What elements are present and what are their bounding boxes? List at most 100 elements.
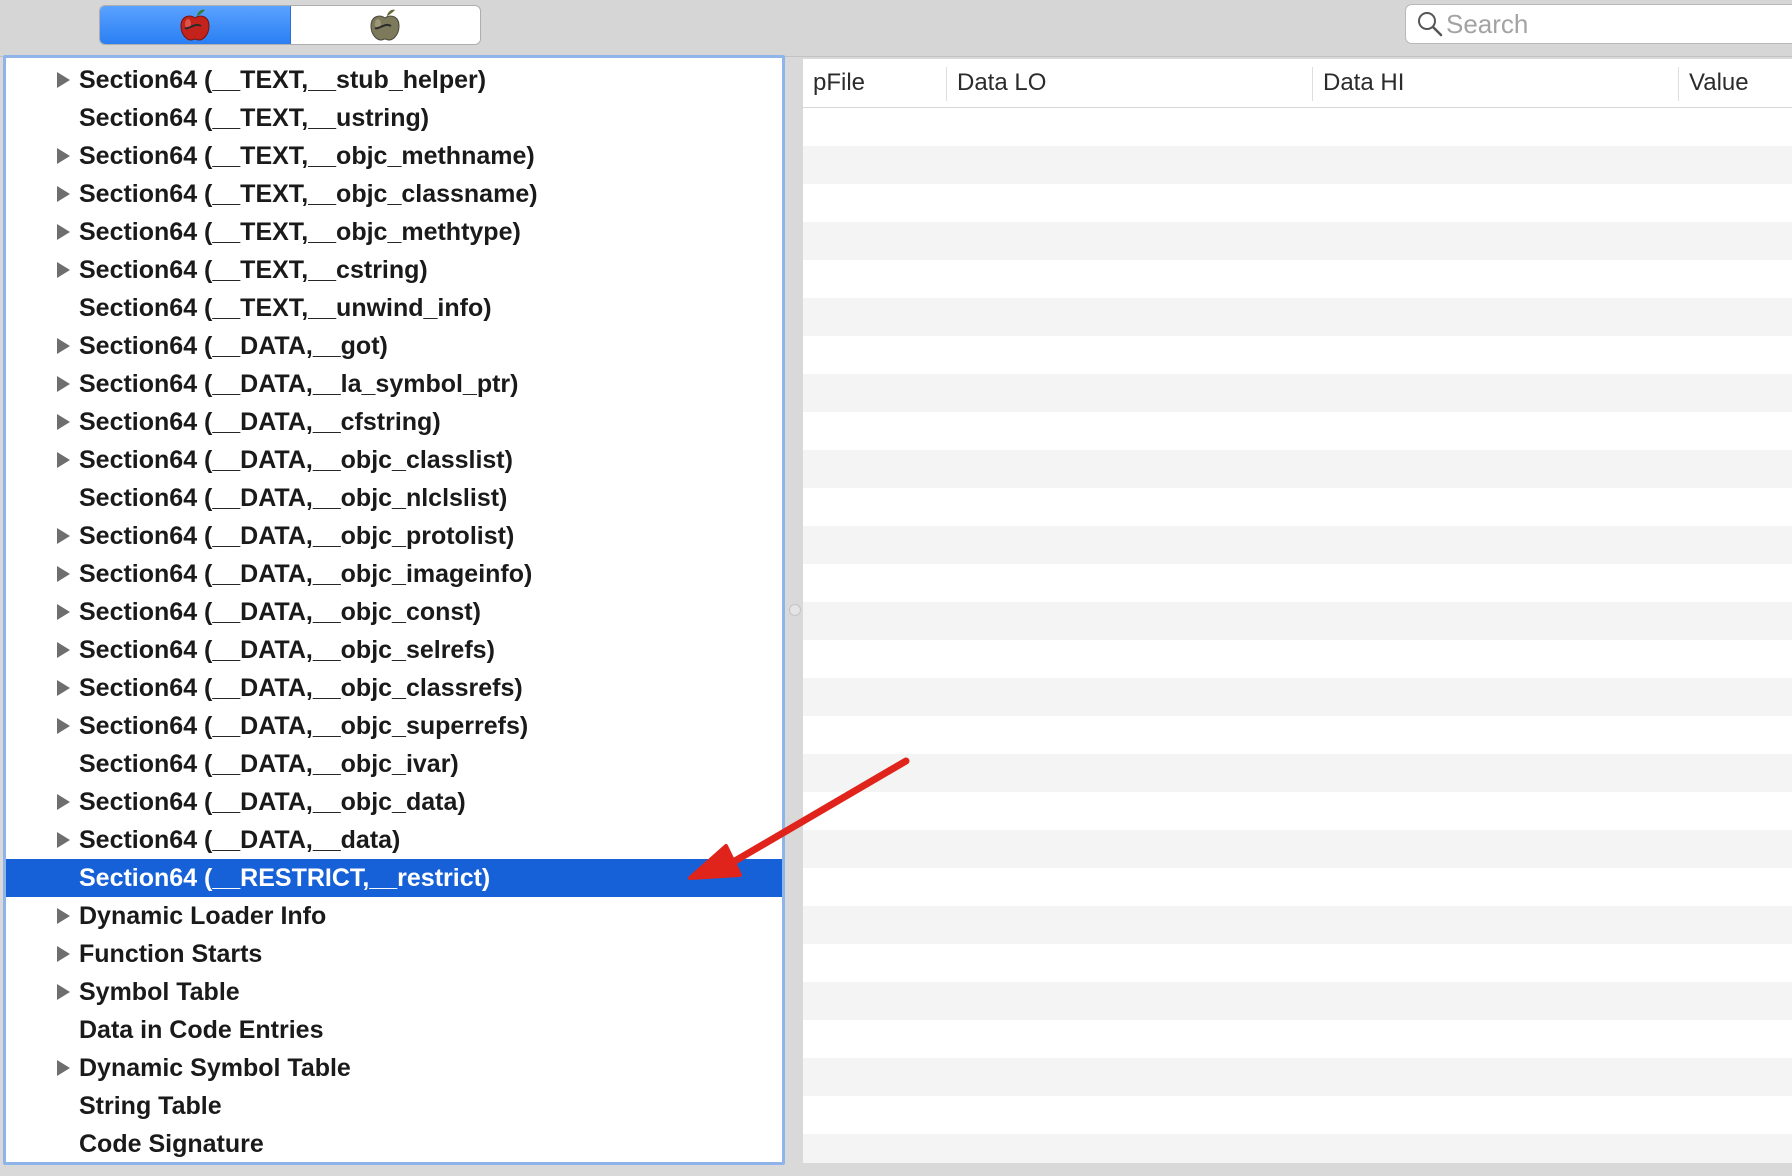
column-header-value[interactable]: Value [1679,59,1792,107]
outline-row-label: Section64 (__DATA,__objc_protolist) [79,521,515,550]
disclosure-triangle-icon[interactable] [55,175,77,213]
disclosure-triangle-icon[interactable] [55,707,77,745]
column-header-data-hi[interactable]: Data HI [1313,59,1678,107]
outline-row-label: Section64 (__TEXT,__cstring) [79,255,428,284]
outline-row[interactable]: Section64 (__DATA,__objc_protolist) [6,517,782,555]
outline-row[interactable]: Section64 (__DATA,__objc_ivar) [6,745,782,783]
outline-row[interactable]: Section64 (__DATA,__objc_selrefs) [6,631,782,669]
outline-row-label: Symbol Table [79,977,240,1006]
outline-row[interactable]: Section64 (__TEXT,__objc_classname) [6,175,782,213]
column-header-pfile[interactable]: pFile [803,59,946,107]
outline-row[interactable]: Dynamic Loader Info [6,897,782,935]
disclosure-triangle-icon[interactable] [55,935,77,973]
split-view-divider-handle[interactable] [789,604,801,616]
segment-red-apple[interactable] [100,6,291,44]
search-input[interactable] [1444,8,1776,40]
outline-row[interactable]: Section64 (__DATA,__objc_classrefs) [6,669,782,707]
outline-row-label: Section64 (__TEXT,__objc_methname) [79,141,535,170]
outline-row[interactable]: Section64 (__TEXT,__unwind_info) [6,289,782,327]
disclosure-triangle-icon[interactable] [55,517,77,555]
disclosure-triangle-icon[interactable] [55,365,77,403]
disclosure-spacer [55,99,77,137]
outline-row[interactable]: Data in Code Entries [6,1011,782,1049]
data-table[interactable]: pFile Data LO Data HI Value [803,59,1792,1163]
outline-row[interactable]: Section64 (__TEXT,__ustring) [6,99,782,137]
disclosure-triangle-icon[interactable] [55,403,77,441]
outline-row[interactable]: String Table [6,1087,782,1125]
outline-row[interactable]: Section64 (__TEXT,__objc_methname) [6,137,782,175]
search-icon [1418,12,1443,37]
outline-row-label: Section64 (__TEXT,__unwind_info) [79,293,492,322]
outline-row[interactable]: Section64 (__DATA,__objc_const) [6,593,782,631]
outline-view[interactable]: Section64 (__TEXT,__stub_helper) Section6… [3,55,785,1165]
disclosure-spacer [55,859,77,897]
outline-row[interactable]: Dynamic Symbol Table [6,1049,782,1087]
disclosure-triangle-icon[interactable] [55,593,77,631]
outline-row-label: Code Signature [79,1129,264,1158]
search-field[interactable] [1405,4,1792,44]
disclosure-triangle-icon[interactable] [55,973,77,1011]
gray-apple-icon [370,9,400,41]
outline-row[interactable]: Symbol Table [6,973,782,1011]
outline-row[interactable]: Section64 (__DATA,__data) [6,821,782,859]
outline-row-label: Section64 (__DATA,__cfstring) [79,407,441,436]
outline-row[interactable]: Section64 (__TEXT,__stub_helper) [6,61,782,99]
outline-row-label: Section64 (__DATA,__data) [79,825,401,854]
outline-row-label: Section64 (__DATA,__objc_selrefs) [79,635,495,664]
outline-row-label: Section64 (__TEXT,__ustring) [79,103,430,132]
outline-row[interactable]: Section64 (__DATA,__cfstring) [6,403,782,441]
outline-row-label: Data in Code Entries [79,1015,324,1044]
outline-row-label: Section64 (__DATA,__objc_ivar) [79,749,459,778]
outline-row-label: Section64 (__TEXT,__objc_classname) [79,179,538,208]
outline-row-label: Dynamic Symbol Table [79,1053,351,1082]
disclosure-triangle-icon[interactable] [55,631,77,669]
disclosure-spacer [55,745,77,783]
disclosure-spacer [55,1011,77,1049]
table-body[interactable] [803,108,1792,1163]
outline-row[interactable]: Section64 (__DATA,__objc_nlclslist) [6,479,782,517]
outline-row[interactable]: Code Signature [6,1125,782,1162]
outline-row[interactable]: Section64 (__DATA,__la_symbol_ptr) [6,365,782,403]
disclosure-spacer [55,289,77,327]
disclosure-triangle-icon[interactable] [55,821,77,859]
disclosure-triangle-icon[interactable] [55,213,77,251]
disclosure-triangle-icon[interactable] [55,137,77,175]
outline-row-label: Section64 (__TEXT,__stub_helper) [79,65,487,94]
outline-row-label: Section64 (__DATA,__objc_classrefs) [79,673,523,702]
outline-row-label: Section64 (__DATA,__objc_imageinfo) [79,559,533,588]
disclosure-triangle-icon[interactable] [55,61,77,99]
outline-row[interactable]: Section64 (__DATA,__objc_classlist) [6,441,782,479]
outline-row[interactable]: Section64 (__TEXT,__cstring) [6,251,782,289]
column-header-data-lo[interactable]: Data LO [947,59,1312,107]
disclosure-triangle-icon[interactable] [55,251,77,289]
disclosure-triangle-icon[interactable] [55,669,77,707]
outline-row-label: Dynamic Loader Info [79,901,327,930]
outline-row-label: Section64 (__RESTRICT,__restrict) [79,863,491,892]
outline-row[interactable]: Function Starts [6,935,782,973]
outline-row-label: Section64 (__DATA,__objc_classlist) [79,445,513,474]
table-header: pFile Data LO Data HI Value [803,59,1792,108]
outline-row-label: Section64 (__DATA,__objc_data) [79,787,466,816]
outline-row-selected[interactable]: Section64 (__RESTRICT,__restrict) [6,859,782,897]
outline-row-label: Section64 (__TEXT,__objc_methtype) [79,217,521,246]
outline-row-label: Section64 (__DATA,__got) [79,331,388,360]
disclosure-triangle-icon[interactable] [55,327,77,365]
disclosure-triangle-icon[interactable] [55,1049,77,1087]
outline-row[interactable]: Section64 (__DATA,__got) [6,327,782,365]
outline-row-label: Section64 (__DATA,__objc_const) [79,597,481,626]
outline-row[interactable]: Section64 (__DATA,__objc_superrefs) [6,707,782,745]
outline-row[interactable]: Section64 (__TEXT,__objc_methtype) [6,213,782,251]
disclosure-spacer [55,1087,77,1125]
disclosure-triangle-icon[interactable] [55,555,77,593]
segment-gray-apple[interactable] [291,6,481,44]
disclosure-triangle-icon[interactable] [55,783,77,821]
toolbar [0,0,1792,57]
red-apple-icon [180,9,210,41]
disclosure-spacer [55,479,77,517]
outline-row[interactable]: Section64 (__DATA,__objc_data) [6,783,782,821]
outline-row[interactable]: Section64 (__DATA,__objc_imageinfo) [6,555,782,593]
outline-row-label: Section64 (__DATA,__la_symbol_ptr) [79,369,519,398]
window-bottom-bar [0,1165,1792,1176]
disclosure-triangle-icon[interactable] [55,441,77,479]
disclosure-triangle-icon[interactable] [55,897,77,935]
